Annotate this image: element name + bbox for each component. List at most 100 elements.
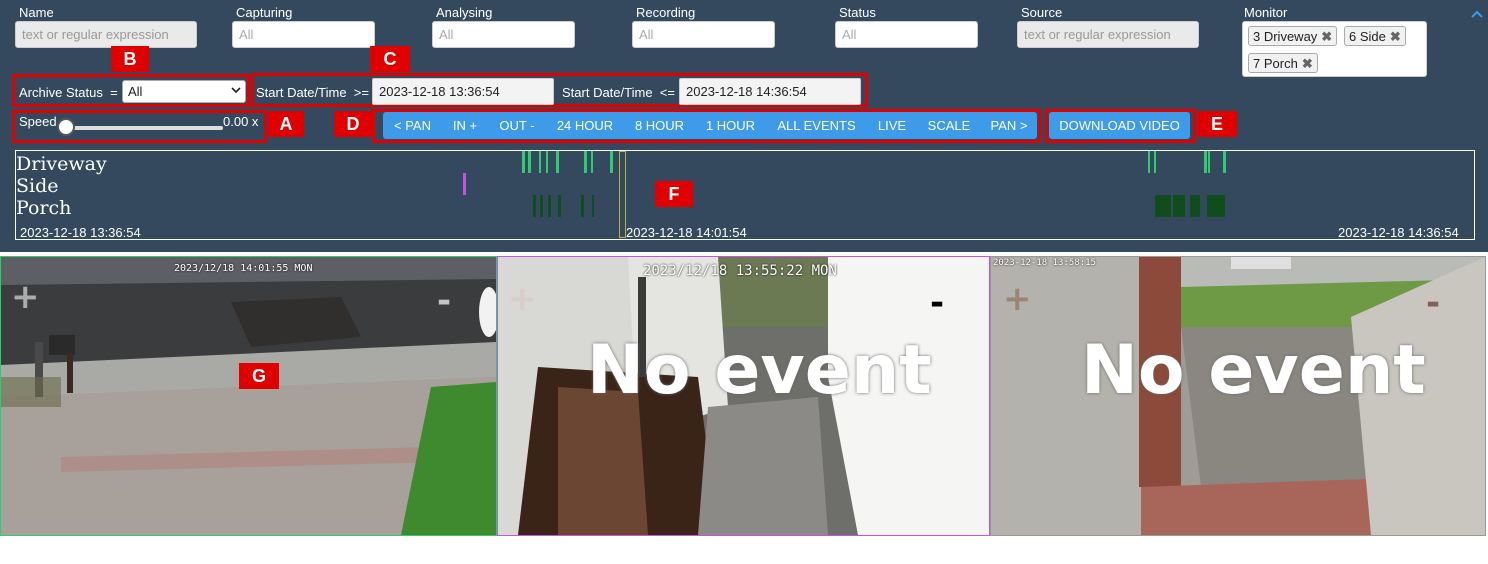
driveway-event-mark[interactable]: [528, 151, 531, 173]
no-event-overlay: No event: [1081, 331, 1426, 410]
porch-event-mark[interactable]: [558, 195, 561, 217]
porch-event-mark[interactable]: [540, 195, 543, 217]
start-date-to-text: Start Date/Time: [562, 85, 653, 100]
camera-timestamp: 2023-12-18 13:58:15: [993, 258, 1096, 268]
porch-event-mark[interactable]: [1155, 195, 1171, 217]
analysing-filter-select[interactable]: All: [432, 21, 575, 48]
camera-feed-driveway[interactable]: 2023/12/18 14:01:55 MON + - G: [0, 256, 497, 536]
recording-filter-select[interactable]: All: [632, 21, 775, 48]
porch-event-mark[interactable]: [581, 195, 584, 217]
driveway-event-mark[interactable]: [584, 151, 587, 173]
chevron-down-icon: [231, 83, 241, 100]
archive-status-operator: =: [110, 85, 118, 100]
porch-event-mark[interactable]: [1173, 195, 1185, 217]
timeline-current-time: 2023-12-18 14:01:54: [626, 225, 747, 240]
archive-status-select[interactable]: All: [122, 80, 246, 103]
driveway-event-mark[interactable]: [556, 151, 559, 173]
annotation-label-g: G: [239, 363, 279, 389]
zoom-out-icon[interactable]: -: [437, 281, 451, 321]
live-button[interactable]: LIVE: [867, 112, 917, 139]
speed-value: 0.00 x: [223, 114, 259, 129]
archive-status-label: Archive Status =: [19, 85, 118, 100]
source-filter-label: Source: [1021, 5, 1063, 20]
driveway-event-mark[interactable]: [522, 151, 525, 173]
timeline-row-label-driveway: Driveway: [16, 153, 107, 175]
monitor-tag-label: 3 Driveway: [1253, 29, 1318, 44]
download-video-button[interactable]: DOWNLOAD VIDEO: [1049, 112, 1190, 139]
camera-feed-porch[interactable]: 2023-12-18 13:58:15 + - No event: [990, 256, 1486, 536]
driveway-event-mark[interactable]: [1204, 151, 1207, 173]
speed-slider-thumb[interactable]: [57, 118, 75, 136]
all-events-button[interactable]: ALL EVENTS: [766, 112, 867, 139]
range-24-hour-button[interactable]: 24 HOUR: [546, 112, 624, 139]
remove-tag-icon[interactable]: ✖: [1390, 29, 1401, 44]
monitor-tag-side[interactable]: 6 Side ✖: [1344, 26, 1406, 46]
start-date-to-operator: <=: [659, 85, 675, 100]
porch-event-mark[interactable]: [1207, 195, 1225, 217]
annotation-label-e: E: [1197, 111, 1237, 137]
name-filter-input[interactable]: text or regular expression: [15, 21, 197, 48]
timeline-start-time: 2023-12-18 13:36:54: [20, 225, 141, 240]
archive-status-text: Archive Status: [19, 85, 103, 100]
recording-filter-label: Recording: [636, 5, 696, 20]
annotation-label-d: D: [334, 111, 372, 137]
zoom-in-icon[interactable]: +: [508, 279, 537, 319]
driveway-event-mark[interactable]: [546, 151, 548, 173]
porch-event-mark[interactable]: [548, 195, 551, 217]
zoom-out-icon[interactable]: -: [1426, 283, 1440, 323]
monitor-filter-label: Monitor: [1244, 5, 1288, 20]
camera-timestamp: 2023/12/18 14:01:55 MON: [174, 263, 313, 274]
no-event-overlay: No event: [587, 331, 932, 410]
driveway-event-mark[interactable]: [1223, 151, 1226, 173]
driveway-event-mark[interactable]: [1154, 151, 1156, 173]
driveway-event-mark[interactable]: [1148, 151, 1150, 173]
porch-event-mark[interactable]: [533, 195, 536, 217]
timeline-end-time: 2023-12-18 14:36:54: [1338, 225, 1459, 240]
timeline-row-label-porch: Porch: [16, 197, 72, 219]
filter-header: Name Capturing Analysing Recording Statu…: [0, 0, 1488, 252]
zoom-out-button[interactable]: OUT -: [488, 112, 546, 139]
start-date-from-text: Start Date/Time: [256, 85, 347, 100]
side-event-mark[interactable]: [463, 173, 466, 195]
timeline-row-label-side: Side: [16, 175, 59, 197]
start-date-from-input[interactable]: 2023-12-18 13:36:54: [372, 78, 554, 105]
driveway-event-mark[interactable]: [1208, 151, 1210, 173]
annotation-label-a: A: [268, 111, 304, 137]
start-date-to-input[interactable]: 2023-12-18 14:36:54: [679, 78, 861, 105]
monitor-tag-porch[interactable]: 7 Porch ✖: [1248, 53, 1318, 73]
annotation-label-f: F: [655, 181, 693, 207]
timeline-cursor[interactable]: [619, 151, 626, 238]
monitor-tag-driveway[interactable]: 3 Driveway ✖: [1248, 26, 1338, 46]
zoom-in-icon[interactable]: +: [11, 277, 40, 317]
pan-right-button[interactable]: PAN >: [981, 112, 1037, 139]
camera-timestamp: 2023/12/18 13:55:22 MON: [643, 263, 837, 279]
porch-event-mark[interactable]: [1190, 195, 1200, 217]
zoom-in-icon[interactable]: +: [1003, 279, 1032, 319]
start-date-to-label: Start Date/Time <=: [562, 85, 675, 100]
start-date-from-label: Start Date/Time >=: [256, 85, 369, 100]
event-timeline[interactable]: Driveway Side Porch 2023-12-18 13:36:54 …: [15, 150, 1475, 240]
camera-feed-side[interactable]: 2023/12/18 13:55:22 MON + - No event: [497, 256, 990, 536]
capturing-filter-select[interactable]: All: [232, 21, 375, 48]
driveway-event-mark[interactable]: [610, 151, 613, 173]
remove-tag-icon[interactable]: ✖: [1321, 29, 1332, 44]
remove-tag-icon[interactable]: ✖: [1302, 56, 1313, 71]
porch-event-mark[interactable]: [592, 195, 594, 217]
driveway-event-mark[interactable]: [591, 151, 593, 173]
status-filter-select[interactable]: All: [835, 21, 978, 48]
chevron-up-icon[interactable]: [1471, 6, 1483, 22]
pan-left-button[interactable]: < PAN: [383, 112, 442, 139]
zoom-out-icon[interactable]: -: [930, 283, 944, 323]
scale-button[interactable]: SCALE: [917, 112, 981, 139]
range-1-hour-button[interactable]: 1 HOUR: [695, 112, 766, 139]
range-8-hour-button[interactable]: 8 HOUR: [624, 112, 695, 139]
source-filter-input[interactable]: text or regular expression: [1017, 21, 1199, 48]
speed-label: Speed: [19, 114, 57, 129]
annotation-label-b: B: [111, 46, 149, 72]
start-date-from-operator: >=: [353, 85, 369, 100]
monitor-filter-select[interactable]: 3 Driveway ✖ 6 Side ✖ 7 Porch ✖: [1242, 21, 1427, 77]
driveway-event-mark[interactable]: [539, 151, 541, 173]
zoom-in-button[interactable]: IN +: [442, 112, 488, 139]
speed-slider-track[interactable]: [62, 126, 223, 130]
name-filter-label: Name: [19, 5, 54, 20]
